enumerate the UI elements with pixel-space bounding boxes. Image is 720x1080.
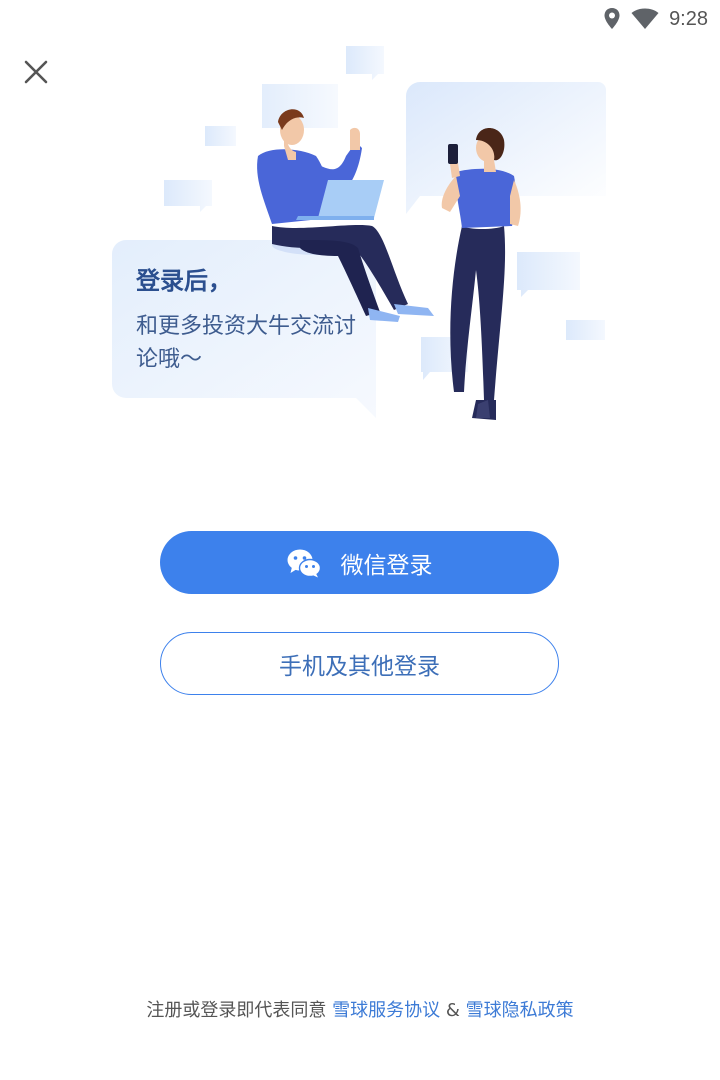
status-icons: 9:28: [603, 4, 708, 34]
agreement-prefix: 注册或登录即代表同意: [146, 1000, 327, 1021]
speech-title: 登录后，: [136, 267, 232, 295]
wechat-login-label: 微信登录: [340, 552, 433, 579]
wechat-icon: [287, 549, 321, 577]
close-icon: [24, 60, 48, 84]
status-bar: 9:28: [0, 0, 720, 40]
wifi-icon: [631, 8, 659, 29]
agreement-separator: &: [445, 1000, 460, 1021]
speech-body: 和更多投资大牛交流讨论哦～: [136, 314, 357, 372]
privacy-policy-link[interactable]: 雪球隐私政策: [466, 1000, 574, 1021]
status-time: 9:28: [669, 7, 708, 30]
phone-other-login-label: 手机及其他登录: [279, 653, 440, 680]
wechat-login-button[interactable]: 微信登录: [160, 531, 559, 594]
phone-other-login-button[interactable]: 手机及其他登录: [160, 632, 559, 695]
login-illustration: [112, 46, 606, 420]
agreement-footer: 注册或登录即代表同意 雪球服务协议 & 雪球隐私政策: [0, 996, 720, 1022]
terms-of-service-link[interactable]: 雪球服务协议: [332, 1000, 440, 1021]
close-button[interactable]: [18, 54, 54, 90]
speech-bubble-text: 登录后， 和更多投资大牛交流讨论哦～: [136, 264, 376, 376]
location-icon: [604, 8, 620, 29]
